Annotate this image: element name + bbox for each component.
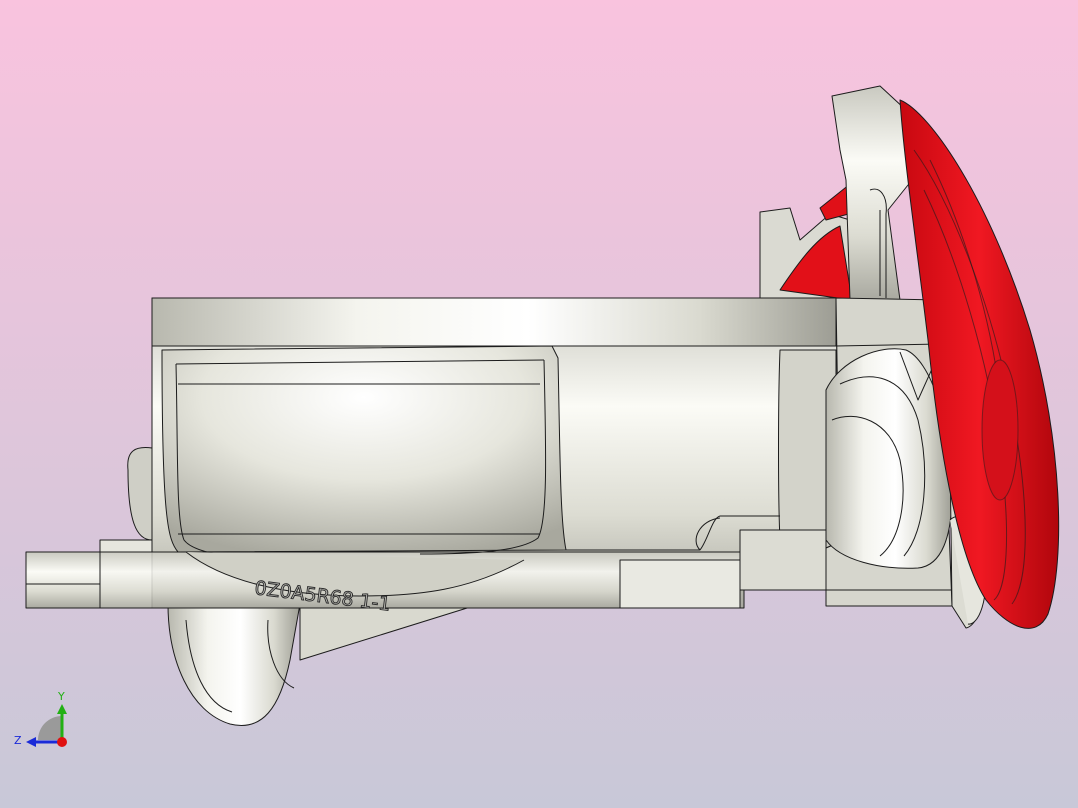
- model-canvas[interactable]: 0Z0A5R68 1-1 Y Z: [0, 0, 1078, 808]
- cad-viewport[interactable]: 0Z0A5R68 1-1 Y Z: [0, 0, 1078, 808]
- x-axis-dot: [57, 737, 67, 747]
- z-axis-label: Z: [14, 734, 22, 747]
- y-axis-label: Y: [57, 690, 65, 703]
